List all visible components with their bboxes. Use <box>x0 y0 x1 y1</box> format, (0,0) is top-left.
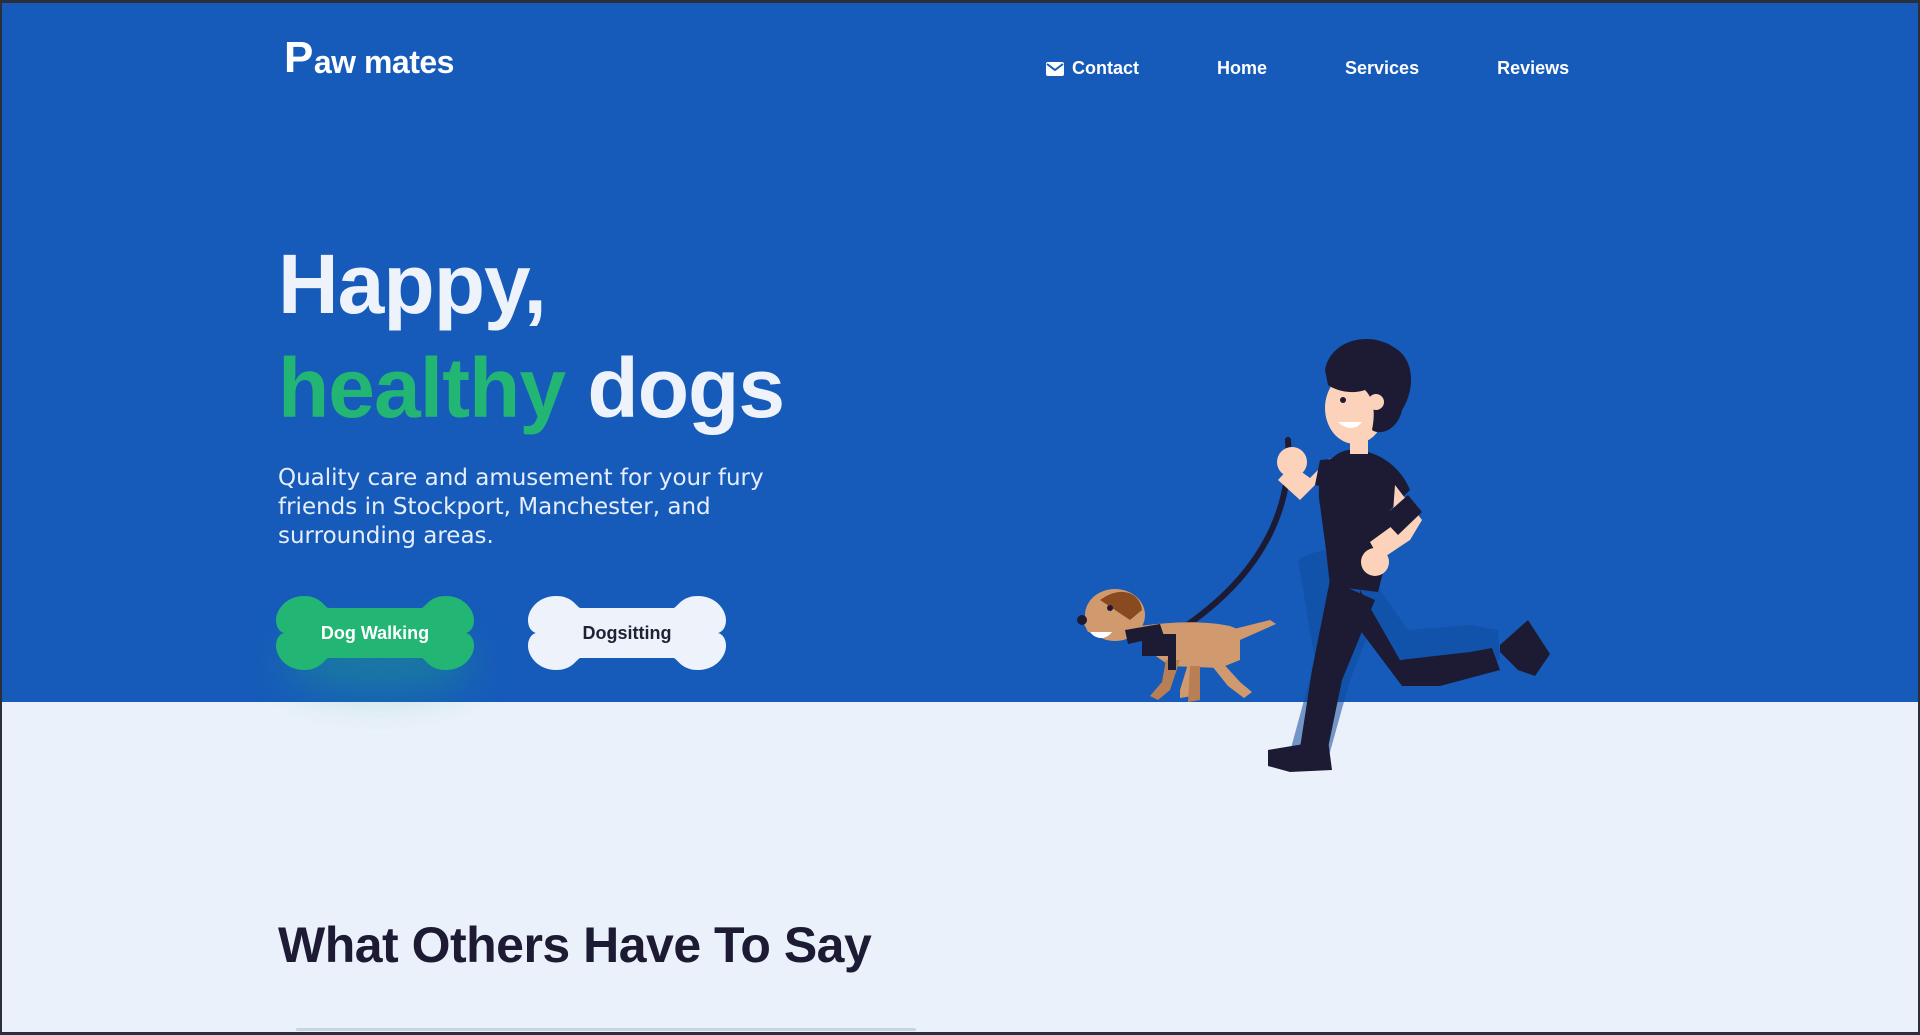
main-nav: Contact Home Services Reviews <box>1046 58 1569 79</box>
logo-initial: P <box>284 33 313 82</box>
dogsitting-button[interactable]: Dogsitting <box>526 592 728 674</box>
scroll-indicator <box>296 1028 916 1031</box>
headline-line1: Happy, <box>278 237 547 331</box>
nav-contact-label: Contact <box>1072 58 1139 78</box>
hero-headline: Happy, healthy dogs <box>278 232 785 440</box>
dogsitting-label: Dogsitting <box>582 622 672 643</box>
nav-home-label: Home <box>1217 58 1268 78</box>
headline-accent: healthy <box>278 341 566 435</box>
nav-home[interactable]: Home <box>1217 58 1267 79</box>
mail-icon <box>1046 61 1064 76</box>
dog-walking-button[interactable]: Dog Walking <box>274 592 476 692</box>
nav-reviews-label: Reviews <box>1497 58 1570 78</box>
nav-contact[interactable]: Contact <box>1046 58 1139 79</box>
reviews-section-title: What Others Have To Say <box>278 917 872 973</box>
man-walking-dog-illustration <box>1077 339 1550 772</box>
logo-text: aw mates <box>313 44 455 80</box>
headline-rest: dogs <box>565 341 785 435</box>
nav-services-label: Services <box>1345 58 1420 78</box>
nav-reviews[interactable]: Reviews <box>1497 58 1569 79</box>
hero-subtext: Quality care and amusement for your fury… <box>278 465 764 549</box>
nav-services[interactable]: Services <box>1345 58 1419 79</box>
logo[interactable]: P aw mates <box>284 33 455 82</box>
hero-section: P aw mates Contact Home Services Reviews… <box>0 0 1920 702</box>
dog-walking-label: Dog Walking <box>320 622 430 643</box>
